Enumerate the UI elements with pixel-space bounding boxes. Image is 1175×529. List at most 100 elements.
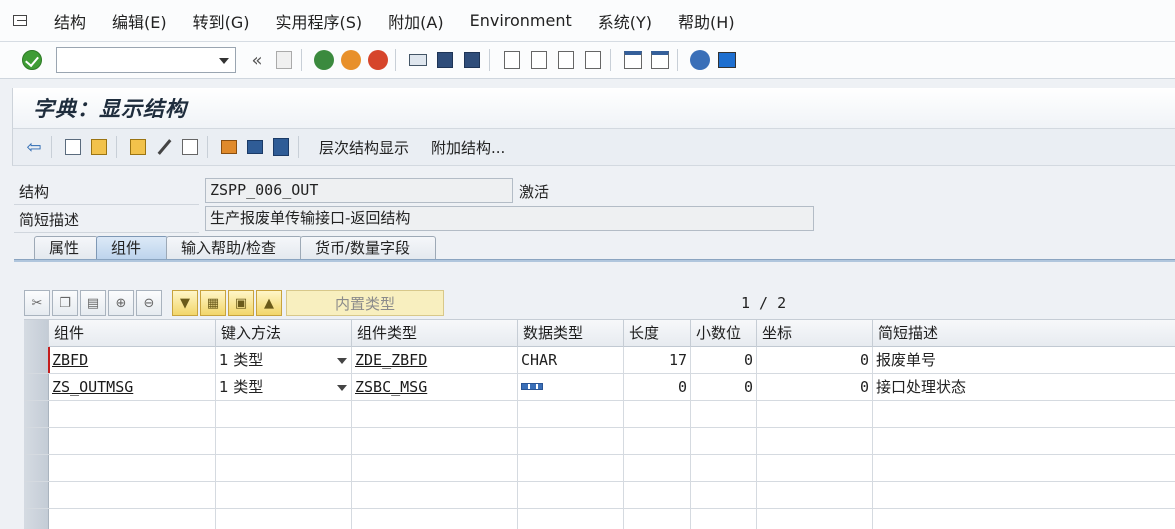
chevron-down-icon[interactable] — [337, 385, 347, 391]
table-row: ZS_OUTMSG 1 类型 ZSBC_MSG 0 0 0 接口处理状态 — [24, 374, 1175, 401]
typing-method-cell[interactable]: 1 类型 — [216, 347, 352, 374]
command-input[interactable] — [57, 48, 207, 72]
customize-layout-icon[interactable] — [716, 49, 738, 71]
hierarchy-icon[interactable] — [244, 136, 266, 158]
enter-check-icon[interactable] — [22, 50, 42, 70]
tab-attributes[interactable]: 属性 — [34, 236, 98, 260]
col-coordinate[interactable]: 坐标 — [757, 320, 873, 347]
chevron-down-icon[interactable] — [337, 358, 347, 364]
transfer-icon[interactable] — [179, 136, 201, 158]
short-desc-cell[interactable]: 接口处理状态 — [873, 374, 1175, 401]
page-indicator: 1 / 2 — [741, 294, 787, 312]
component-type-cell[interactable]: ZDE_ZBFD — [352, 347, 518, 374]
short-desc-field[interactable]: 生产报废单传输接口-返回结构 — [205, 206, 814, 231]
data-type-cell[interactable] — [518, 374, 624, 401]
expand-icon[interactable]: ▦ — [200, 290, 226, 316]
tab-currency-quantity[interactable]: 货币/数量字段 — [300, 236, 436, 260]
row-selector[interactable] — [24, 509, 49, 529]
status-text: 激活 — [519, 183, 550, 201]
length-cell[interactable]: 17 — [624, 347, 691, 374]
next-page-icon[interactable] — [555, 49, 577, 71]
component-type-cell[interactable]: ZSBC_MSG — [352, 374, 518, 401]
menu-edit[interactable]: 编辑(E) — [112, 9, 167, 33]
tab-components[interactable]: 组件 — [96, 236, 168, 260]
activate-icon[interactable] — [88, 136, 110, 158]
tab-strip: 属性 组件 输入帮助/检查 货币/数量字段 — [14, 236, 1175, 261]
expand-history-icon[interactable]: « — [246, 49, 268, 71]
structure-field[interactable]: ZSPP_006_OUT — [205, 178, 513, 203]
delete-row-icon[interactable]: ⊖ — [136, 290, 162, 316]
menu-extras[interactable]: 附加(A) — [388, 9, 443, 33]
append-structure-button[interactable]: 附加结构... — [431, 137, 505, 158]
collapse-icon[interactable]: ▣ — [228, 290, 254, 316]
col-decimals[interactable]: 小数位 — [691, 320, 757, 347]
check-icon[interactable] — [127, 136, 149, 158]
row-selector[interactable] — [24, 401, 49, 427]
find-icon[interactable] — [434, 49, 456, 71]
display-change-icon[interactable] — [62, 136, 84, 158]
coordinate-cell[interactable]: 0 — [757, 347, 873, 374]
col-typing-method[interactable]: 键入方法 — [216, 320, 352, 347]
length-cell[interactable]: 0 — [624, 374, 691, 401]
previous-page-icon[interactable] — [528, 49, 550, 71]
new-session-icon[interactable] — [622, 49, 644, 71]
title-bar: 字典：显示结构 — [12, 88, 1175, 128]
text-cursor — [48, 347, 50, 373]
back-icon[interactable] — [313, 49, 335, 71]
sort-up-icon[interactable]: ▲ — [256, 290, 282, 316]
hierarchy-display-button[interactable]: 层次结构显示 — [319, 137, 409, 158]
coordinate-cell[interactable]: 0 — [757, 374, 873, 401]
col-data-type[interactable]: 数据类型 — [518, 320, 624, 347]
data-type-cell[interactable]: CHAR — [518, 347, 624, 374]
row-selector[interactable] — [24, 455, 49, 481]
empty-row — [24, 509, 1175, 529]
copy-icon[interactable]: ❐ — [52, 290, 78, 316]
command-field[interactable] — [56, 47, 236, 73]
col-short-desc[interactable]: 简短描述 — [873, 320, 1175, 347]
sort-down-icon[interactable]: ▼ — [172, 290, 198, 316]
info-icon[interactable] — [270, 136, 292, 158]
row-selector[interactable] — [24, 482, 49, 508]
cut-icon[interactable]: ✂ — [24, 290, 50, 316]
col-component-type[interactable]: 组件类型 — [352, 320, 518, 347]
component-cell[interactable]: ZS_OUTMSG — [49, 374, 216, 401]
typing-method-value: 1 类型 — [219, 351, 264, 369]
help-icon[interactable] — [689, 49, 711, 71]
menu-environment[interactable]: Environment — [470, 11, 572, 30]
last-page-icon[interactable] — [582, 49, 604, 71]
menu-utilities[interactable]: 实用程序(S) — [276, 9, 363, 33]
row-selector[interactable] — [24, 374, 49, 400]
save-icon[interactable] — [273, 49, 295, 71]
row-selector[interactable] — [24, 347, 49, 373]
exit-icon[interactable] — [340, 49, 362, 71]
component-cell[interactable]: ZBFD — [49, 347, 216, 374]
menu-help[interactable]: 帮助(H) — [678, 9, 735, 33]
first-page-icon[interactable] — [501, 49, 523, 71]
short-desc-cell[interactable]: 报废单号 — [873, 347, 1175, 374]
typing-method-cell[interactable]: 1 类型 — [216, 374, 352, 401]
magic-wand-icon[interactable] — [153, 136, 175, 158]
col-length[interactable]: 长度 — [624, 320, 691, 347]
tab-input-help-check[interactable]: 输入帮助/检查 — [166, 236, 302, 260]
paste-icon[interactable]: ▤ — [80, 290, 106, 316]
where-used-icon[interactable] — [218, 136, 240, 158]
decimals-cell[interactable]: 0 — [691, 374, 757, 401]
find-next-icon[interactable] — [461, 49, 483, 71]
empty-row — [24, 455, 1175, 482]
cancel-icon[interactable] — [367, 49, 389, 71]
print-icon[interactable] — [407, 49, 429, 71]
back-arrow-icon[interactable]: ⇦ — [23, 136, 45, 158]
insert-row-icon[interactable]: ⊕ — [108, 290, 134, 316]
decimals-cell[interactable]: 0 — [691, 347, 757, 374]
menu-goto[interactable]: 转到(G) — [193, 9, 250, 33]
shortcut-icon[interactable] — [649, 49, 671, 71]
col-component[interactable]: 组件 — [49, 320, 216, 347]
table-toolbar: ✂ ❐ ▤ ⊕ ⊖ ▼ ▦ ▣ ▲ 内置类型 — [24, 289, 444, 317]
system-menu-icon[interactable] — [10, 11, 30, 31]
select-all-column[interactable] — [24, 320, 49, 347]
menu-structure[interactable]: 结构 — [54, 9, 86, 33]
row-selector[interactable] — [24, 428, 49, 454]
chevron-down-icon[interactable] — [219, 58, 229, 64]
menu-system[interactable]: 系统(Y) — [598, 9, 652, 33]
builtin-type-button[interactable]: 内置类型 — [286, 290, 444, 316]
